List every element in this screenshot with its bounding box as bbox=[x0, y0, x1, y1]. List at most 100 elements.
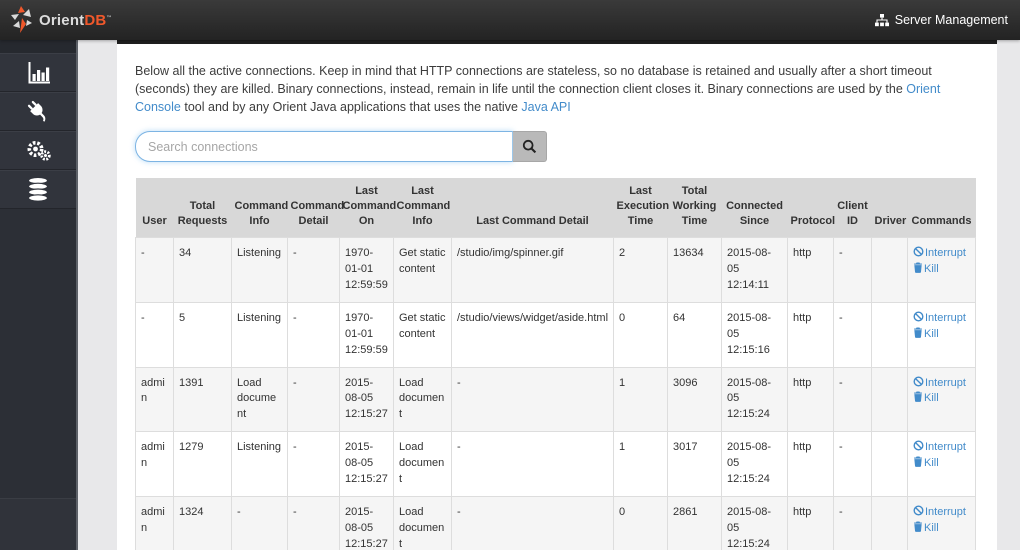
commands-cell: Interrupt Kill bbox=[907, 366, 976, 433]
top-navbar: OrientDB™ Server Management bbox=[0, 0, 1020, 40]
sidebar-footer bbox=[0, 498, 76, 550]
table-cell: 5 bbox=[173, 301, 232, 368]
description-part1: Below all the active connections. Keep i… bbox=[135, 64, 932, 97]
table-cell: 1324 bbox=[173, 496, 232, 550]
table-cell: - bbox=[287, 236, 340, 303]
ban-icon bbox=[913, 440, 924, 451]
table-cell: http bbox=[787, 496, 834, 550]
table-cell bbox=[871, 496, 908, 550]
column-header: Last Command Info bbox=[393, 178, 452, 238]
table-cell: - bbox=[451, 366, 614, 433]
connections-table: User Total Requests Command Info Command De… bbox=[135, 178, 976, 550]
table-cell: - bbox=[287, 431, 340, 498]
trash-icon bbox=[914, 327, 922, 338]
table-cell: Listening bbox=[231, 236, 288, 303]
table-cell: 2015-08-05 12:15:27 bbox=[339, 431, 394, 498]
table-cell: 64 bbox=[667, 301, 722, 368]
table-cell bbox=[871, 236, 908, 303]
table-cell bbox=[871, 431, 908, 498]
column-header: User bbox=[135, 178, 174, 238]
main-content: Connections Below all the active connect… bbox=[80, 0, 1020, 550]
search-bar bbox=[135, 131, 979, 163]
database-icon bbox=[27, 176, 49, 202]
bar-chart-icon bbox=[28, 61, 50, 83]
table-row: admin 1324- -2015-08-05 12:15:27 Load docum… bbox=[135, 496, 976, 550]
ban-icon bbox=[913, 376, 924, 387]
search-button[interactable] bbox=[513, 131, 547, 163]
gears-icon bbox=[27, 141, 51, 161]
table-cell: admin bbox=[135, 431, 174, 498]
column-header: Driver bbox=[871, 178, 908, 238]
interrupt-link[interactable]: Interrupt bbox=[913, 311, 970, 327]
ban-icon bbox=[913, 311, 924, 322]
table-cell: - bbox=[833, 301, 872, 368]
interrupt-link[interactable]: Interrupt bbox=[913, 505, 970, 521]
table-row: -34 Listening -1970-01-01 12:59:59 Get stat… bbox=[135, 236, 976, 303]
kill-link[interactable]: Kill bbox=[913, 391, 970, 407]
trash-icon bbox=[914, 456, 922, 468]
commands-cell: Interrupt Kill bbox=[907, 431, 976, 498]
table-cell: - bbox=[287, 366, 340, 433]
table-cell: 1 bbox=[613, 366, 668, 433]
table-cell: 2015-08-05 12:15:24 bbox=[721, 496, 788, 550]
table-header-row: User Total Requests Command Info Command De… bbox=[135, 178, 976, 238]
table-cell: /studio/img/spinner.gif bbox=[451, 236, 614, 303]
kill-link[interactable]: Kill bbox=[913, 456, 970, 472]
kill-link[interactable]: Kill bbox=[913, 262, 970, 278]
table-cell: http bbox=[787, 366, 834, 433]
interrupt-link[interactable]: Interrupt bbox=[913, 246, 970, 262]
table-cell: Load document bbox=[393, 431, 452, 498]
ban-icon bbox=[913, 505, 924, 516]
interrupt-link[interactable]: Interrupt bbox=[913, 440, 970, 456]
sidebar-item-databases[interactable] bbox=[0, 170, 76, 209]
table-cell: 3017 bbox=[667, 431, 722, 498]
orientdb-logo[interactable]: OrientDB™ bbox=[10, 5, 112, 35]
connections-panel: Connections Below all the active connect… bbox=[117, 17, 997, 550]
sidebar-item-connections[interactable] bbox=[0, 92, 76, 131]
table-cell: Listening bbox=[231, 301, 288, 368]
table-cell bbox=[871, 301, 908, 368]
commands-cell: Interrupt Kill bbox=[907, 301, 976, 368]
brand-text: OrientDB™ bbox=[39, 11, 112, 29]
column-header: Last Command On bbox=[339, 178, 396, 238]
column-header: Command Detail bbox=[287, 178, 344, 238]
panel-body: Below all the active connections. Keep i… bbox=[117, 44, 997, 550]
table-cell: 0 bbox=[613, 496, 668, 550]
interrupt-link[interactable]: Interrupt bbox=[913, 376, 970, 392]
table-cell: admin bbox=[135, 366, 174, 433]
table-cell: - bbox=[833, 431, 872, 498]
table-cell: - bbox=[451, 496, 614, 550]
description-text: Below all the active connections. Keep i… bbox=[135, 62, 979, 116]
orientdb-star-icon bbox=[11, 6, 32, 33]
table-cell: Load document bbox=[393, 496, 452, 550]
kill-link[interactable]: Kill bbox=[913, 521, 970, 537]
column-header: Last Execution Time bbox=[613, 178, 669, 238]
magnifier-icon bbox=[522, 140, 537, 154]
table-cell: 2015-08-05 12:15:24 bbox=[721, 431, 788, 498]
description-part2: tool and by any Orient Java applications… bbox=[184, 100, 518, 115]
column-header: Client ID bbox=[833, 178, 872, 238]
table-cell: 34 bbox=[173, 236, 232, 303]
search-input[interactable] bbox=[135, 131, 513, 163]
table-cell: /studio/views/widget/aside.html bbox=[451, 301, 614, 368]
column-header: Last Command Detail bbox=[451, 178, 614, 238]
table-cell: http bbox=[787, 431, 834, 498]
table-cell: - bbox=[833, 236, 872, 303]
table-cell: - bbox=[833, 496, 872, 550]
table-cell: - bbox=[287, 496, 340, 550]
table-cell: 1970-01-01 12:59:59 bbox=[339, 236, 394, 303]
table-cell: admin bbox=[135, 496, 174, 550]
java-api-link[interactable]: Java API bbox=[521, 100, 570, 114]
table-cell: http bbox=[787, 301, 834, 368]
ban-icon bbox=[913, 246, 924, 257]
server-management-link[interactable]: Server Management bbox=[874, 13, 1008, 27]
column-header: Commands bbox=[907, 178, 976, 238]
kill-link[interactable]: Kill bbox=[913, 327, 970, 343]
trash-icon bbox=[914, 262, 922, 273]
sidebar-item-dashboard[interactable] bbox=[0, 53, 76, 92]
table-cell: 0 bbox=[613, 301, 668, 368]
table-cell: 2015-08-05 12:15:27 bbox=[339, 366, 394, 433]
column-header: Total Working Time bbox=[667, 178, 722, 238]
sidebar-item-configuration[interactable] bbox=[0, 131, 76, 170]
sidebar bbox=[0, 40, 78, 550]
